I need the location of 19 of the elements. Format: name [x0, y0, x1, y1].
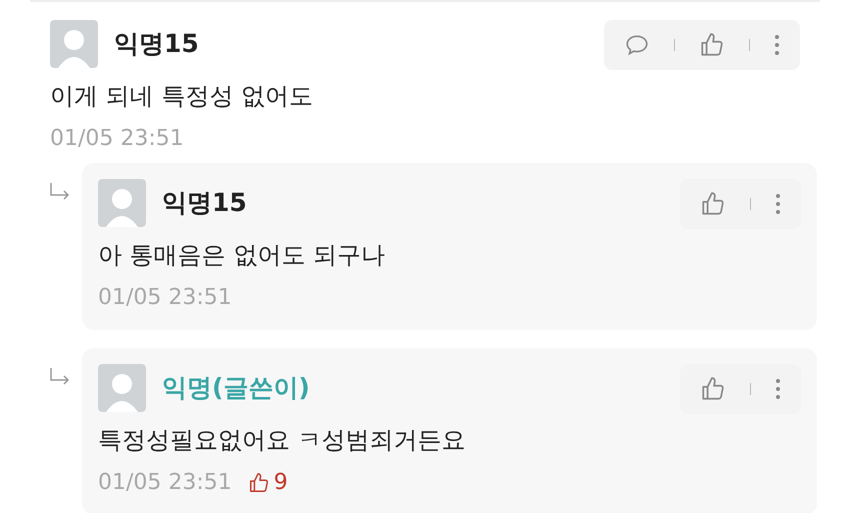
- avatar-icon: [50, 20, 98, 68]
- author-name: 익명(글쓴이): [162, 372, 310, 404]
- author-name: 익명15: [114, 28, 199, 60]
- more-icon[interactable]: [775, 192, 781, 216]
- like-icon[interactable]: [700, 191, 726, 217]
- comment-text: 아 통매음은 없어도 되구나: [98, 240, 386, 271]
- like-icon[interactable]: [699, 32, 725, 58]
- like-icon[interactable]: [700, 376, 726, 402]
- comment-time: 01/05 23:51: [50, 125, 184, 153]
- comment-time: 01/05 23:51: [98, 469, 232, 497]
- comment-time: 01/05 23:51: [98, 284, 232, 312]
- author-name: 익명15: [162, 187, 247, 220]
- more-icon[interactable]: [775, 377, 781, 401]
- avatar-icon: [98, 364, 146, 412]
- comment-text: 특정성필요없어요 ㅋ성범죄거든요: [98, 425, 467, 456]
- more-icon[interactable]: [774, 33, 780, 57]
- like-count: 9: [248, 466, 288, 499]
- avatar-icon: [98, 179, 146, 227]
- comment-text: 이게 되네 특정성 없어도: [50, 81, 314, 112]
